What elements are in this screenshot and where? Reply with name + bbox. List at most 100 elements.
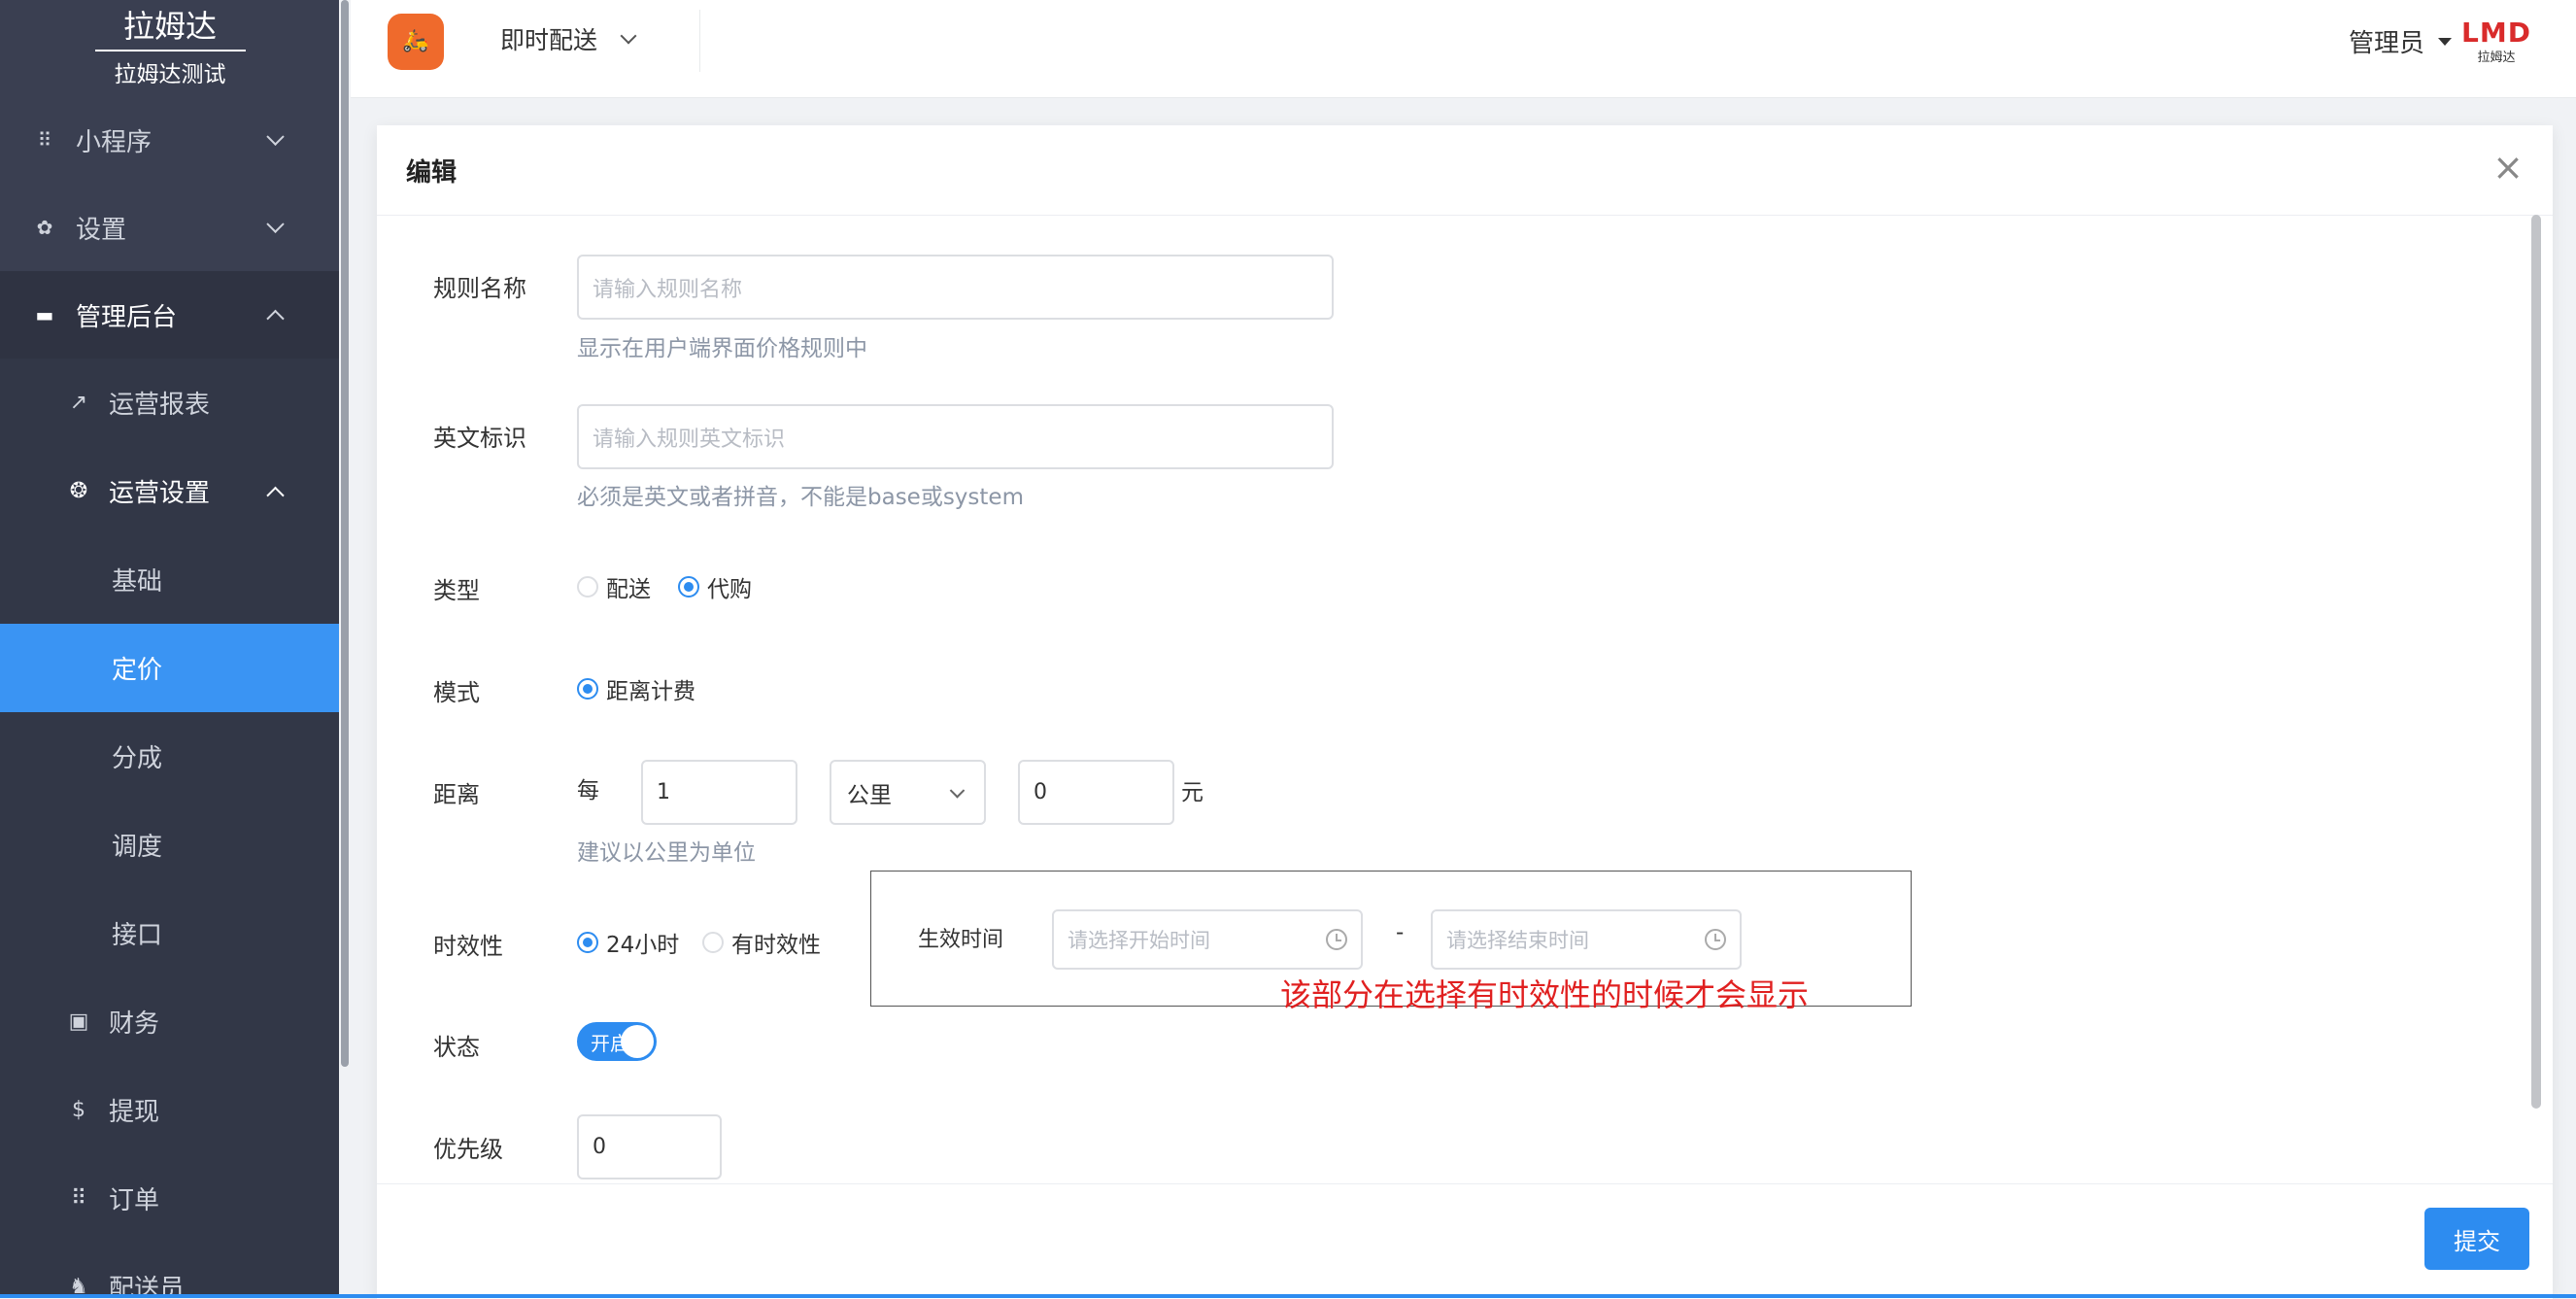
- switch-knob: [621, 1025, 654, 1058]
- sidebar-item-pricing[interactable]: 定价: [0, 624, 340, 712]
- time-separator: -: [1396, 920, 1405, 945]
- grid-icon: ⠿: [37, 128, 52, 152]
- gear-icon: ✿: [36, 216, 53, 239]
- sidebar-divider: [94, 50, 246, 51]
- close-icon[interactable]: ×: [2492, 149, 2524, 186]
- type-radio-purchase[interactable]: 代购: [678, 570, 752, 603]
- modal-scrollbar[interactable]: [2531, 215, 2541, 1109]
- sidebar-item-label: 接口: [112, 921, 163, 950]
- sidebar-item-finance[interactable]: ▣ 财务: [0, 977, 340, 1066]
- distance-unit-select[interactable]: 公里: [830, 760, 986, 825]
- radio-checked-icon: [577, 932, 598, 953]
- sidebar-item-label: 财务: [109, 1009, 160, 1039]
- trend-icon: ↗: [69, 391, 88, 415]
- sidebar-item-label: 运营设置: [109, 479, 211, 508]
- end-time-input[interactable]: 请选择结束时间: [1431, 909, 1742, 970]
- sidebar-item-api[interactable]: 接口: [0, 889, 340, 977]
- status-label: 状态: [433, 1034, 480, 1061]
- app-switcher[interactable]: 即时配送: [500, 21, 637, 56]
- app-logo-icon: 🛵: [388, 14, 444, 70]
- sidebar-item-dispatch[interactable]: 调度: [0, 801, 340, 889]
- sidebar-item-withdraw[interactable]: $ 提现: [0, 1066, 340, 1154]
- app-name: 即时配送: [500, 26, 598, 54]
- rule-name-label: 规则名称: [433, 275, 526, 302]
- en-id-label: 英文标识: [433, 425, 526, 452]
- sidebar-item-label: 订单: [109, 1186, 160, 1215]
- chevron-down-icon: [949, 782, 966, 799]
- distance-price-input[interactable]: 0: [1018, 760, 1174, 825]
- radio-checked-icon: [678, 576, 699, 598]
- user-menu[interactable]: 管理员: [2349, 23, 2452, 59]
- sidebar-header: 拉姆达 拉姆达测试: [0, 0, 340, 96]
- sidebar-item-orders[interactable]: ⠿ 订单: [0, 1154, 340, 1243]
- radio-label: 有时效性: [731, 933, 821, 958]
- sidebar-item-label: 运营报表: [109, 391, 211, 420]
- radio-icon: [702, 932, 724, 953]
- sidebar-item-riders[interactable]: ♞ 配送员: [0, 1243, 340, 1298]
- modal-footer: 提交: [377, 1183, 2553, 1299]
- mode-label: 模式: [433, 679, 480, 706]
- menu-label: 设置: [76, 215, 127, 245]
- radio-label: 24小时: [606, 933, 680, 958]
- brand-logo: LMD 拉姆达: [2461, 17, 2531, 66]
- rule-name-input[interactable]: 请输入规则名称: [577, 255, 1334, 320]
- sidebar: 拉姆达 拉姆达测试 ⠿ 小程序 ✿ 设置 ▬ 管理后台 ↗ 运营报表 ❂ 运营设…: [0, 0, 340, 1298]
- validity-radio-timed[interactable]: 有时效性: [702, 926, 821, 959]
- top-header: 🛵 即时配送 管理员 LMD 拉姆达: [351, 0, 2576, 98]
- modal-header: 编辑 ×: [377, 125, 2553, 216]
- type-label: 类型: [433, 577, 480, 604]
- radio-label: 配送: [606, 577, 651, 602]
- brand-sub: 拉姆达: [2477, 51, 2516, 65]
- menu-admin[interactable]: ▬ 管理后台: [0, 271, 340, 359]
- sidebar-scrollbar-thumb[interactable]: [341, 0, 349, 1067]
- distance-hint: 建议以公里为单位: [577, 840, 756, 866]
- en-id-input[interactable]: 请输入规则英文标识: [577, 404, 1334, 469]
- mode-radio-distance[interactable]: 距离计费: [577, 672, 695, 705]
- monitor-icon: ▬: [35, 303, 54, 326]
- status-toggle[interactable]: 开启: [577, 1022, 657, 1061]
- user-name: 管理员: [2348, 29, 2424, 58]
- en-id-hint: 必须是英文或者拼音，不能是base或system: [577, 485, 1024, 510]
- radio-checked-icon: [577, 678, 598, 700]
- edit-modal: 编辑 × 规则名称 请输入规则名称 显示在用户端界面价格规则中 英文标识 请输入…: [377, 125, 2553, 1299]
- menu-settings[interactable]: ✿ 设置: [0, 184, 340, 271]
- distance-per: 每: [577, 778, 599, 803]
- brand-mark: LMD: [2461, 17, 2531, 49]
- sidebar-item-report[interactable]: ↗ 运营报表: [0, 359, 340, 447]
- distance-value-input[interactable]: 1: [641, 760, 797, 825]
- bottom-accent-line: [0, 1294, 2576, 1298]
- radio-label: 代购: [707, 577, 752, 602]
- sidebar-item-label: 定价: [112, 656, 163, 685]
- start-time-placeholder: 请选择开始时间: [1068, 929, 1210, 952]
- sidebar-item-commission[interactable]: 分成: [0, 712, 340, 801]
- chevron-down-icon: [266, 215, 285, 233]
- dollar-icon: $: [72, 1098, 85, 1122]
- sidebar-item-basic[interactable]: 基础: [0, 535, 340, 624]
- select-value: 公里: [847, 782, 892, 808]
- modal-title: 编辑: [406, 158, 458, 188]
- chevron-up-icon: [266, 309, 285, 328]
- admin-submenu: ↗ 运营报表 ❂ 运营设置 基础 定价 分成 调度 接口 ▣ 财务 $ 提现 ⠿…: [0, 359, 340, 1298]
- validity-radio-24h[interactable]: 24小时: [577, 926, 679, 959]
- sidebar-item-label: 提现: [109, 1098, 160, 1127]
- type-radio-delivery[interactable]: 配送: [577, 570, 651, 603]
- menu-label: 小程序: [76, 127, 153, 157]
- currency-unit: 元: [1181, 780, 1203, 805]
- menu-label: 管理后台: [76, 302, 178, 332]
- chevron-down-icon: [620, 27, 637, 45]
- sidebar-item-ops-settings[interactable]: ❂ 运营设置: [0, 447, 340, 535]
- validity-label: 时效性: [433, 933, 503, 960]
- rule-name-hint: 显示在用户端界面价格规则中: [577, 336, 867, 361]
- radio-icon: [577, 576, 598, 598]
- aperture-icon: ❂: [69, 479, 88, 503]
- money-icon: ▣: [68, 1009, 89, 1034]
- sidebar-subtitle: 拉姆达测试: [114, 62, 226, 87]
- menu-miniprogram[interactable]: ⠿ 小程序: [0, 96, 340, 184]
- grid-icon: ⠿: [70, 1186, 87, 1211]
- caret-down-icon: [2438, 37, 2452, 46]
- chevron-up-icon: [266, 486, 285, 504]
- chevron-down-icon: [266, 127, 285, 146]
- priority-input[interactable]: 0: [577, 1114, 722, 1179]
- submit-button[interactable]: 提交: [2424, 1208, 2529, 1270]
- start-time-input[interactable]: 请选择开始时间: [1052, 909, 1363, 970]
